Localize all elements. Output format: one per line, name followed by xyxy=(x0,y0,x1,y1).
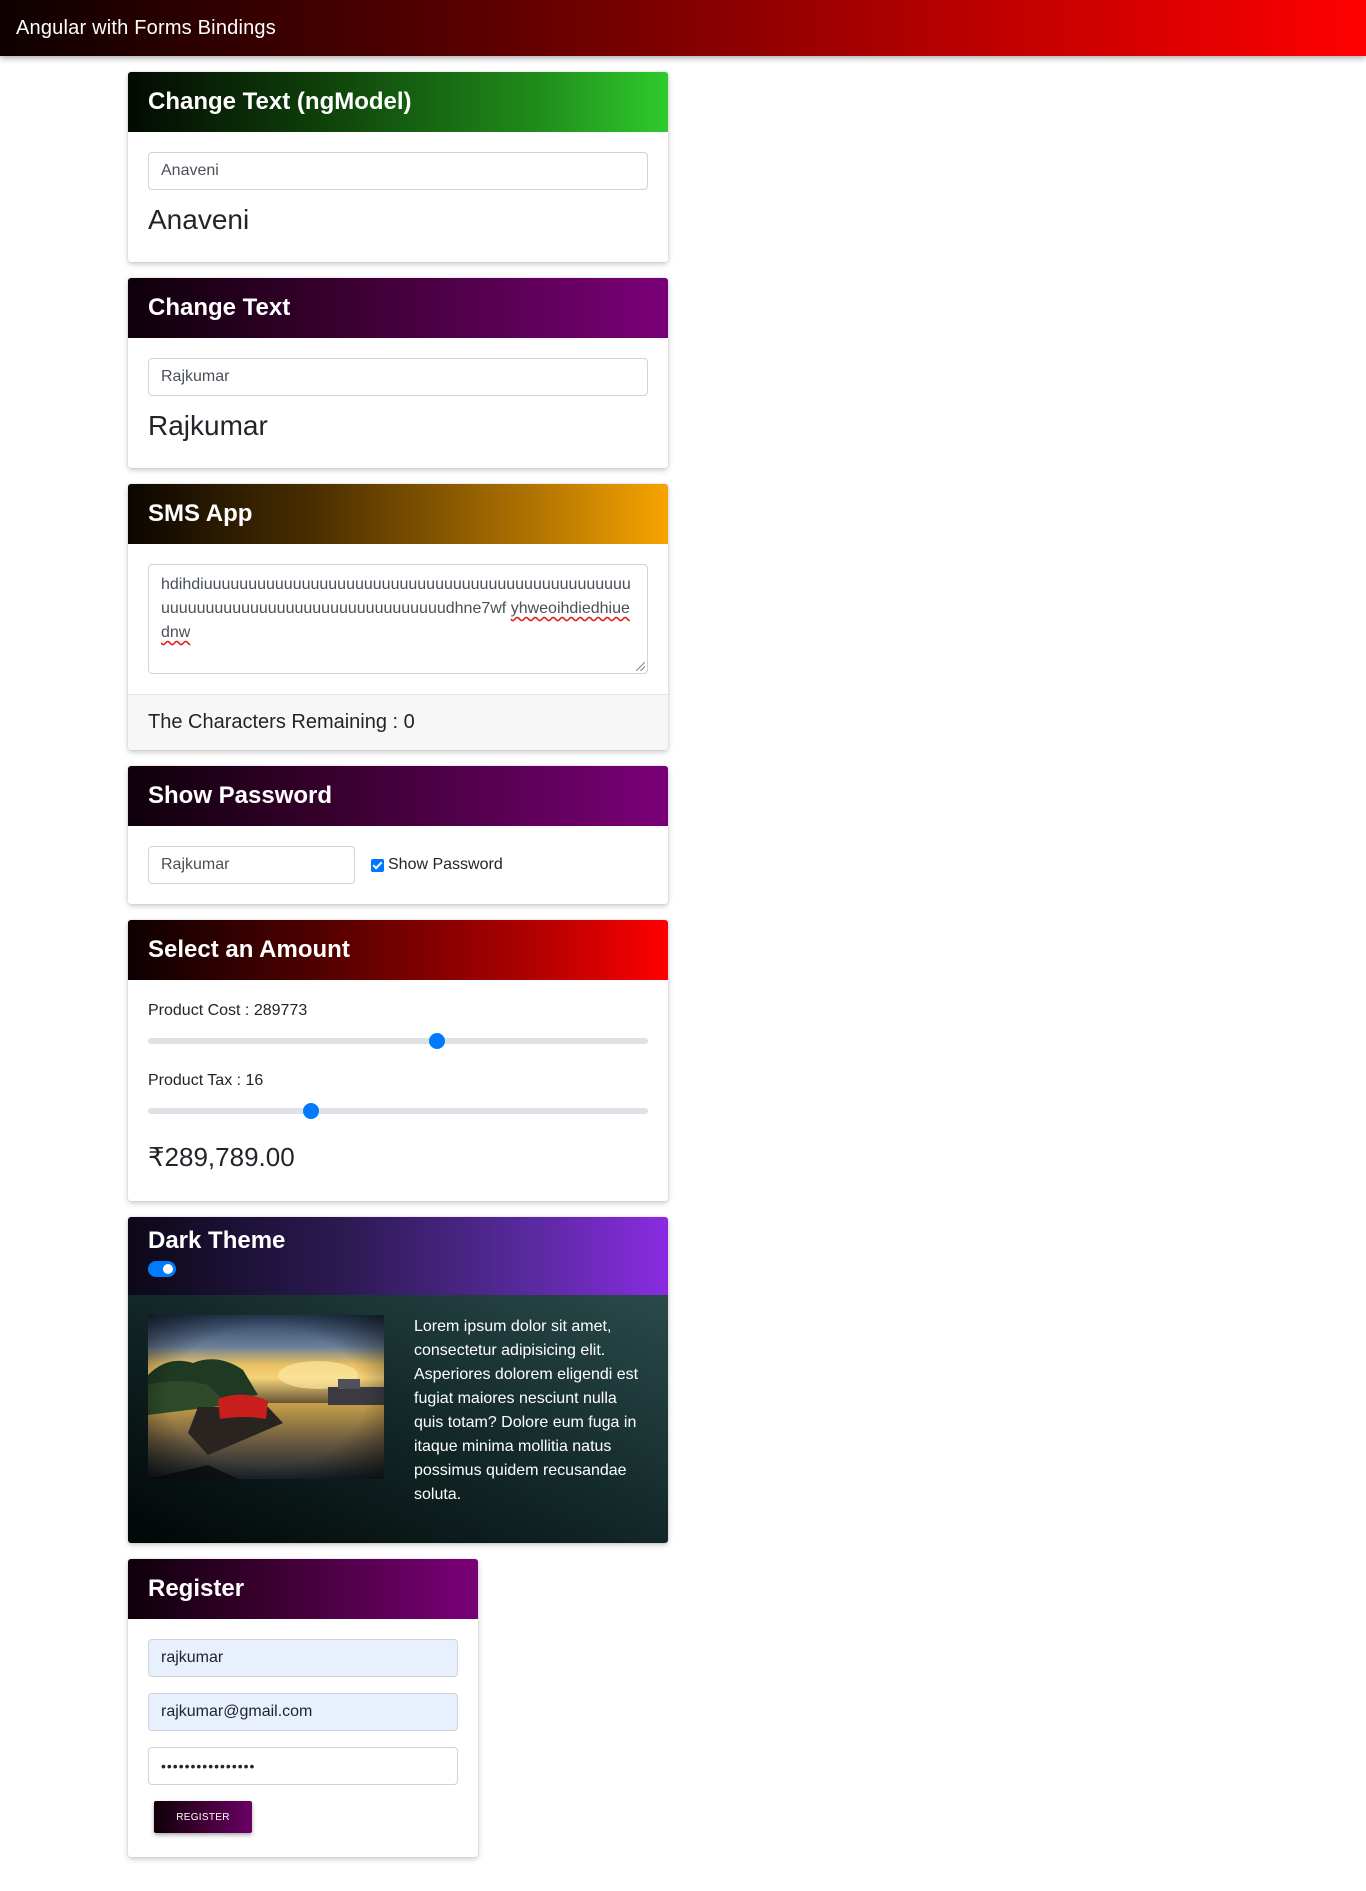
ngmodel-display-text: Anaveni xyxy=(148,204,250,235)
register-button[interactable]: REGISTER xyxy=(154,1801,252,1833)
username-input[interactable]: rajkumar xyxy=(148,1639,458,1677)
sms-card: SMS App hdihdiuuuuuuuuuuuuuuuuuuuuuuuuuu… xyxy=(128,484,668,750)
checkbox-checked-icon[interactable] xyxy=(371,858,384,872)
navbar-brand[interactable]: Angular with Forms Bindings xyxy=(16,17,276,40)
register-card: Register rajkumar rajkumar@gmail.com •••… xyxy=(128,1559,478,1857)
show-password-label[interactable]: Show Password xyxy=(388,856,503,874)
slider-thumb[interactable] xyxy=(429,1033,445,1049)
sms-card-title: SMS App xyxy=(128,484,668,544)
product-cost-label: Product Cost : 289773 xyxy=(148,1002,308,1019)
password-card: Show Password Rajkumar Show Password xyxy=(128,766,668,904)
ngmodel-input[interactable]: Anaveni xyxy=(148,152,648,190)
change-text-display: Rajkumar xyxy=(148,410,268,441)
resize-grip-icon[interactable] xyxy=(636,662,645,671)
ngmodel-card: Change Text (ngModel) Anaveni Anaveni xyxy=(128,72,668,262)
slider-track[interactable] xyxy=(148,1038,648,1044)
total-amount: ₹289,789.00 xyxy=(148,1142,295,1172)
slider-track[interactable] xyxy=(148,1108,648,1114)
product-tax-slider[interactable] xyxy=(148,1102,648,1119)
sms-remaining-label: The Characters Remaining : 0 xyxy=(128,694,668,750)
slider-thumb[interactable] xyxy=(302,1103,319,1119)
dark-theme-card: Dark Theme Lorem ipsum dolor sit amet, c… xyxy=(128,1217,668,1543)
amount-card: Select an Amount Product Cost : 289773 P… xyxy=(128,920,668,1201)
product-cost-slider[interactable] xyxy=(148,1032,648,1049)
main-container: Change Text (ngModel) Anaveni Anaveni Ch… xyxy=(128,56,1366,1857)
ngmodel-card-title: Change Text (ngModel) xyxy=(128,72,668,132)
change-text-input[interactable]: Rajkumar xyxy=(148,358,648,396)
top-navbar: Angular with Forms Bindings xyxy=(0,0,1366,56)
password-input[interactable]: Rajkumar xyxy=(148,846,355,884)
password-card-title: Show Password xyxy=(128,766,668,826)
sunset-boat-photo xyxy=(148,1315,384,1479)
show-password-toggle[interactable]: Show Password xyxy=(371,856,503,874)
dark-theme-title: Dark Theme xyxy=(148,1227,286,1254)
email-input[interactable]: rajkumar@gmail.com xyxy=(148,1693,458,1731)
register-card-title: Register xyxy=(128,1559,478,1619)
sms-message-textarea[interactable]: hdihdiuuuuuuuuuuuuuuuuuuuuuuuuuuuuuuuuuu… xyxy=(148,564,648,674)
change-text-card: Change Text Rajkumar Rajkumar xyxy=(128,278,668,468)
product-tax-label: Product Tax : 16 xyxy=(148,1072,264,1089)
change-text-card-title: Change Text xyxy=(128,278,668,338)
register-password-input[interactable]: •••••••••••••••• xyxy=(148,1747,458,1785)
dark-theme-body: Lorem ipsum dolor sit amet, consectetur … xyxy=(128,1295,668,1543)
dark-theme-header: Dark Theme xyxy=(128,1217,668,1295)
amount-card-title: Select an Amount xyxy=(128,920,668,980)
dark-theme-toggle[interactable] xyxy=(148,1261,176,1277)
dark-theme-text: Lorem ipsum dolor sit amet, consectetur … xyxy=(414,1318,639,1503)
